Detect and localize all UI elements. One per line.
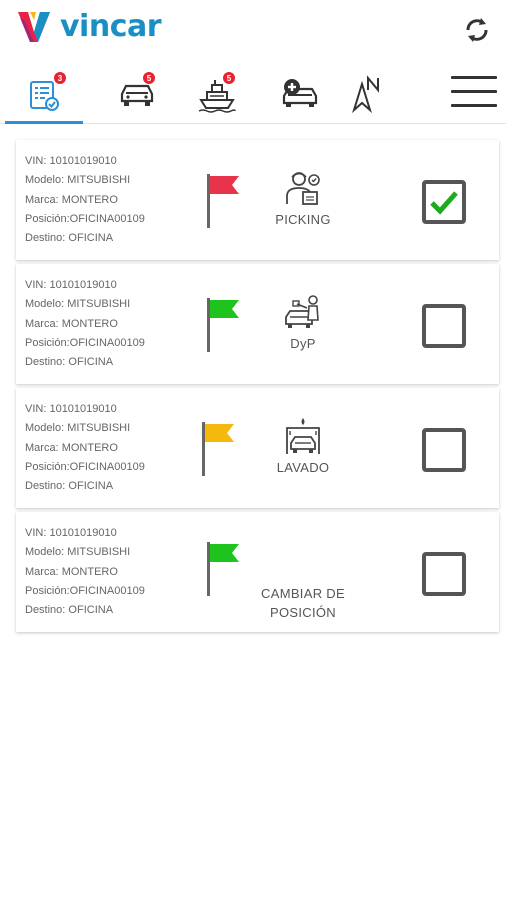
status-flag-icon [207,174,239,228]
vin-value: 10101019010 [49,279,117,291]
vehicle-card[interactable]: VIN: 10101019010 Modelo: MITSUBISHI Marc… [16,140,499,260]
destination-value: OFICINA [68,356,114,369]
vincar-v-icon [18,12,50,42]
paint-repair-icon [285,295,319,328]
position-value: OFICINA00109 [69,212,145,225]
station-label: DyP [290,336,316,351]
vehicle-card[interactable]: VIN: 10101019010 Modelo: MITSUBISHI Marc… [16,264,499,384]
app-header: vincar [0,0,506,60]
tab-bar: 3 5 5 [0,66,506,124]
vehicle-details: VIN: 10101019010 Modelo: MITSUBISHI Marc… [25,527,145,617]
task-checkbox[interactable] [422,180,466,224]
refresh-button[interactable] [459,12,495,48]
position-value: OFICINA00109 [69,460,145,473]
flag-fill [205,424,234,442]
station-label: PICKING [275,212,331,227]
position-value: OFICINA00109 [69,336,145,349]
destination-value: OFICINA [68,604,114,617]
brand-value: MONTERO [61,565,118,578]
car-plus-icon [282,79,318,107]
brand-name: vincar [60,8,162,44]
brand-value: MONTERO [61,317,118,330]
destination-value: OFICINA [68,480,114,493]
station-label: CAMBIAR DE POSICIÓN [261,586,345,620]
task-checkbox[interactable] [422,552,466,596]
status-flag-icon [202,422,234,476]
position-value: OFICINA00109 [69,584,145,597]
model-value: MITSUBISHI [67,174,131,187]
car-wash-icon [286,418,320,454]
vehicle-card[interactable]: VIN: 10101019010 Modelo: MITSUBISHI Marc… [16,512,499,632]
tab-tasks-badge: 3 [53,71,67,85]
model-value: MITSUBISHI [67,546,131,559]
station-label: LAVADO [276,460,330,475]
vehicle-details: VIN: 10101019010 Modelo: MITSUBISHI Marc… [25,403,145,493]
tab-add-vehicle[interactable] [262,66,336,122]
destination-value: OFICINA [68,232,114,245]
refresh-icon [466,18,488,42]
station-cambiar-posicion: CAMBIAR DE POSICIÓN [248,582,358,622]
checkmark-icon [430,191,458,215]
tab-vehicles-badge: 5 [142,71,156,85]
model-value: MITSUBISHI [67,298,131,311]
hamburger-menu-button[interactable] [449,72,499,112]
vehicle-details: VIN: 10101019010 Modelo: MITSUBISHI Marc… [25,155,145,245]
model-value: MITSUBISHI [67,422,131,435]
tab-navigation[interactable] [336,66,400,122]
flag-fill [210,544,239,562]
station-picking: PICKING [248,168,358,229]
north-arrow-icon [352,75,379,114]
picking-worker-icon [286,172,320,205]
status-flag-icon [207,542,239,596]
flag-fill [210,176,239,194]
task-checkbox[interactable] [422,428,466,472]
station-lavado: LAVADO [248,416,358,477]
status-flag-icon [207,298,239,352]
vehicle-task-list: VIN: 10101019010 Modelo: MITSUBISHI Marc… [16,140,499,636]
tab-shipments[interactable]: 5 [180,66,254,122]
station-dyp: DyP [248,292,358,353]
tab-tasks[interactable]: 3 [5,66,83,124]
vincar-logo: vincar [14,4,162,48]
brand-value: MONTERO [61,193,118,206]
tab-shipments-badge: 5 [222,71,236,85]
tab-vehicles[interactable]: 5 [100,66,174,122]
vehicle-details: VIN: 10101019010 Modelo: MITSUBISHI Marc… [25,279,145,369]
vin-value: 10101019010 [49,527,117,539]
vin-value: 10101019010 [49,155,117,167]
task-checkbox[interactable] [422,304,466,348]
vehicle-card[interactable]: VIN: 10101019010 Modelo: MITSUBISHI Marc… [16,388,499,508]
brand-value: MONTERO [61,441,118,454]
vin-value: 10101019010 [49,403,117,415]
flag-fill [210,300,239,318]
